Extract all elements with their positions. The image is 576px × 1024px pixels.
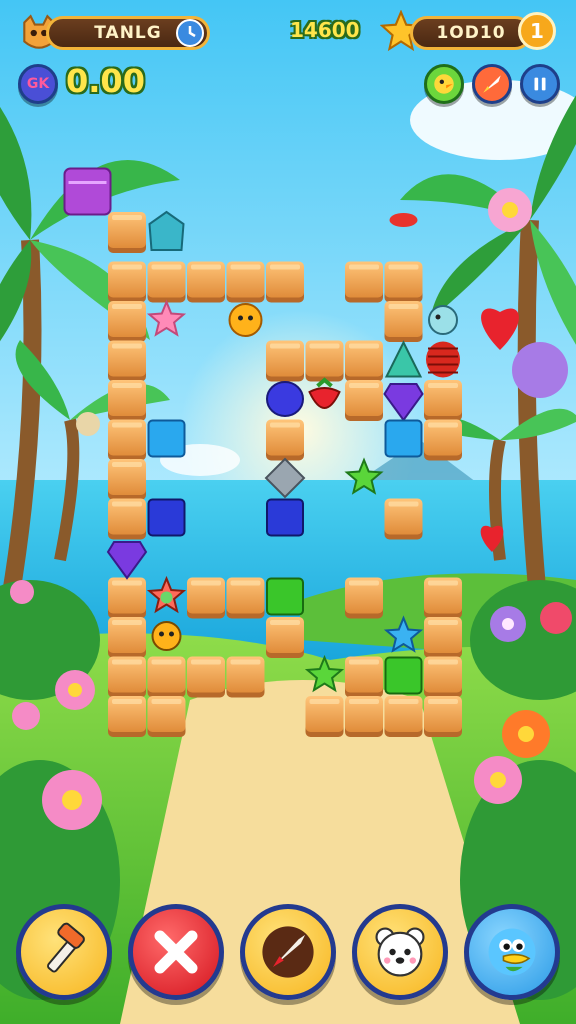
- board-tile[interactable]: [108, 340, 146, 382]
- board-tile[interactable]: [226, 261, 265, 303]
- board-tile[interactable]: [424, 577, 462, 619]
- board-tile[interactable]: [305, 696, 344, 737]
- blue-block[interactable]: [384, 419, 423, 458]
- board-tile[interactable]: [424, 380, 462, 421]
- level-label: TANLG: [94, 23, 162, 43]
- board-tile[interactable]: [345, 380, 383, 421]
- coin-badge-text: GK: [26, 76, 50, 92]
- fish-creature[interactable]: [428, 305, 458, 335]
- board-tile[interactable]: [108, 380, 146, 421]
- sun-creature[interactable]: [228, 303, 263, 337]
- rocket-icon: [483, 75, 501, 93]
- board-tile[interactable]: [266, 617, 304, 658]
- board-tile[interactable]: [384, 696, 423, 737]
- board-tile[interactable]: [226, 577, 265, 619]
- flower-icon: [540, 602, 572, 634]
- hammer-icon: [47, 922, 85, 973]
- board-tile[interactable]: [108, 498, 146, 540]
- coin-badge[interactable]: GK: [18, 64, 58, 104]
- game-scene: [0, 0, 576, 1024]
- bird-icon: [488, 928, 536, 976]
- board-tile[interactable]: [424, 419, 462, 461]
- board-tile[interactable]: [345, 261, 383, 303]
- top-hud: TANLG 14600 1OD10 1 GK 0.00: [0, 0, 576, 120]
- flower-icon: [10, 580, 34, 604]
- board-tile[interactable]: [345, 656, 383, 698]
- close-button[interactable]: [128, 904, 224, 1000]
- board-tile[interactable]: [226, 656, 265, 698]
- bear-button[interactable]: [352, 904, 448, 1000]
- flower-icon: [490, 606, 526, 642]
- board-tile[interactable]: [424, 656, 462, 698]
- board-tile[interactable]: [384, 301, 423, 342]
- board-tile[interactable]: [147, 261, 186, 303]
- pause-button[interactable]: [520, 64, 560, 104]
- green-block[interactable]: [266, 577, 304, 616]
- pause-icon: [534, 77, 546, 91]
- board-tile[interactable]: [187, 656, 225, 698]
- right-badge-text: 1: [530, 19, 544, 43]
- right-badge[interactable]: 1: [518, 12, 556, 50]
- board-tile[interactable]: [108, 577, 146, 619]
- board-tile[interactable]: [108, 419, 146, 461]
- board-tile[interactable]: [266, 340, 304, 382]
- rocket-icon: [262, 926, 314, 978]
- green-block[interactable]: [384, 656, 423, 695]
- crab-icon[interactable]: [389, 213, 418, 227]
- blue-block[interactable]: [147, 419, 186, 458]
- board-tile[interactable]: [108, 696, 146, 737]
- board-tile[interactable]: [345, 340, 383, 382]
- board-tile[interactable]: [147, 656, 186, 698]
- navy-block[interactable]: [266, 498, 304, 537]
- flower-icon: [12, 702, 40, 730]
- board-tile[interactable]: [108, 617, 146, 658]
- purple-gem[interactable]: [63, 167, 112, 216]
- board-tile[interactable]: [424, 696, 462, 737]
- target-label: 1OD10: [436, 23, 506, 43]
- clock-icon[interactable]: [176, 19, 204, 47]
- board-tile[interactable]: [345, 696, 383, 737]
- board-tile[interactable]: [108, 301, 146, 342]
- target-label-pill: 1OD10: [410, 16, 532, 50]
- rocket-button[interactable]: [240, 904, 336, 1000]
- board-tile[interactable]: [147, 696, 186, 737]
- blue-blob[interactable]: [266, 381, 304, 417]
- board-tile[interactable]: [266, 261, 304, 303]
- flower-icon: [55, 670, 95, 710]
- board-tile[interactable]: [266, 419, 304, 461]
- coins-value: 0.00: [66, 62, 145, 100]
- rocket-powerup-button[interactable]: [472, 64, 512, 104]
- board-tile[interactable]: [384, 498, 423, 540]
- flower-icon: [512, 342, 568, 398]
- bird-powerup-button[interactable]: [424, 64, 464, 104]
- bear-icon: [375, 927, 425, 977]
- bird-icon: [434, 74, 454, 94]
- board-tile[interactable]: [108, 459, 146, 500]
- close-icon: [154, 930, 198, 974]
- board-tile[interactable]: [187, 577, 225, 619]
- board-tile[interactable]: [424, 617, 462, 658]
- bee-creature[interactable]: [151, 621, 182, 651]
- flower-icon: [474, 756, 522, 804]
- navy-block[interactable]: [147, 498, 186, 537]
- red-barrel[interactable]: [426, 341, 460, 378]
- bird-button[interactable]: [464, 904, 560, 1000]
- hammer-button[interactable]: [16, 904, 112, 1000]
- flower-icon: [502, 710, 550, 758]
- board-tile[interactable]: [108, 656, 146, 698]
- flower-icon: [488, 188, 532, 232]
- board-tile[interactable]: [305, 340, 344, 382]
- board-tile[interactable]: [108, 261, 146, 303]
- board-tile[interactable]: [108, 212, 146, 253]
- center-score: 14600: [290, 18, 360, 42]
- board-tile[interactable]: [187, 261, 225, 303]
- flower-icon: [42, 770, 102, 830]
- board-tile[interactable]: [345, 577, 383, 619]
- board-tile[interactable]: [384, 261, 423, 303]
